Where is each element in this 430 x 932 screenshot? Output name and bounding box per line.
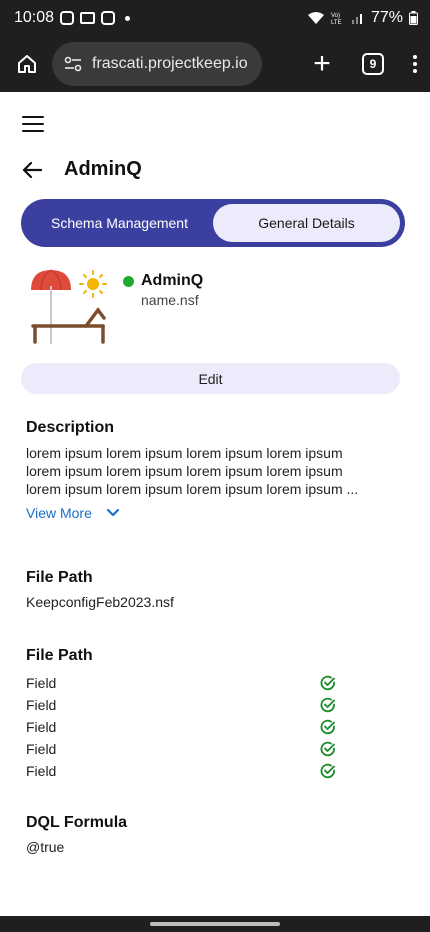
description-line: lorem ipsum lorem ipsum lorem ipsum lore… (26, 481, 359, 497)
signal-icon (351, 11, 365, 25)
dql-formula-title: DQL Formula (26, 814, 128, 831)
field-label: Field (26, 719, 57, 735)
field-label: Field (26, 697, 57, 713)
field-row: Field (26, 716, 336, 738)
view-more-link[interactable]: View More (26, 505, 120, 521)
volte-icon: Vo) LTE (331, 11, 345, 25)
wifi-icon (307, 11, 325, 25)
check-circle-icon (320, 763, 335, 779)
field-label: Field (26, 741, 57, 757)
beach-illustration-icon (31, 269, 107, 344)
field-label: Field (26, 675, 57, 691)
check-circle-icon (320, 719, 335, 735)
field-row: Field (26, 760, 336, 782)
app-name: AdminQ (141, 272, 204, 289)
status-right: Vo) LTE 77% (307, 9, 418, 27)
battery-percent: 77% (370, 9, 403, 26)
description-line: lorem ipsum lorem ipsum lorem ipsum lore… (26, 445, 343, 461)
description-title: Description (26, 419, 115, 436)
field-list: Field Field Field Field Field (26, 672, 336, 782)
battery-icon (409, 11, 418, 25)
field-row: Field (26, 694, 336, 716)
instagram-icon (60, 11, 75, 25)
tab-schema-management[interactable]: Schema Management (26, 204, 213, 242)
field-row: Field (26, 672, 336, 694)
browser-actions: + 9 (310, 49, 418, 79)
home-icon (18, 55, 36, 73)
description-text: lorem ipsum lorem ipsum lorem ipsum lore… (26, 444, 406, 498)
app-summary: AdminQ name.nsf (26, 268, 406, 348)
field-row: Field (26, 738, 336, 760)
check-circle-icon (320, 741, 335, 757)
status-online-icon (123, 275, 134, 287)
instagram-icon-2 (101, 11, 116, 25)
check-circle-icon (320, 675, 335, 691)
edit-button[interactable]: Edit (21, 363, 400, 394)
url-text: frascati.projectkeep.io (92, 55, 248, 72)
page-title: AdminQ (64, 158, 142, 180)
status-time: 10:08 (14, 9, 55, 26)
tab-general-details[interactable]: General Details (213, 204, 400, 242)
field-label: Field (26, 763, 57, 779)
svg-text:Vo): Vo) (331, 13, 340, 19)
status-bar: 10:08 Vo) LTE 77% (0, 0, 430, 36)
status-left: 10:08 (14, 9, 131, 27)
fields-title: File Path (26, 647, 93, 664)
dql-formula-value: @true (26, 839, 65, 855)
home-gesture-handle[interactable] (150, 922, 280, 926)
page-header: AdminQ (22, 158, 142, 181)
view-more-label: View More (26, 505, 92, 521)
page-content: AdminQ Schema Management General Details (0, 92, 430, 916)
app-info: AdminQ name.nsf (123, 272, 203, 308)
check-circle-icon (320, 697, 335, 713)
new-tab-button[interactable]: + (310, 49, 334, 79)
address-bar[interactable]: frascati.projectkeep.io (52, 42, 262, 86)
browser-toolbar: frascati.projectkeep.io + 9 (0, 36, 430, 92)
chevron-down-icon (106, 508, 119, 517)
home-button[interactable] (12, 49, 42, 79)
description-line: lorem ipsum lorem ipsum lorem ipsum lore… (26, 463, 343, 479)
svg-text:LTE: LTE (331, 20, 342, 25)
hamburger-menu-icon[interactable] (22, 116, 44, 132)
file-path-title: File Path (26, 569, 93, 586)
app-name-row: AdminQ (123, 272, 203, 290)
file-path-value: KeepconfigFeb2023.nsf (26, 594, 174, 610)
browser-menu-button[interactable] (412, 55, 418, 73)
app-file-name: name.nsf (141, 292, 199, 308)
tab-switcher-button[interactable]: 9 (362, 53, 384, 75)
back-arrow-icon[interactable] (22, 160, 42, 180)
segmented-tabs: Schema Management General Details (21, 199, 405, 247)
site-settings-icon[interactable] (64, 56, 82, 72)
notification-dot-icon (125, 15, 131, 21)
system-nav-bar (0, 916, 430, 932)
gmail-icon (80, 12, 96, 24)
